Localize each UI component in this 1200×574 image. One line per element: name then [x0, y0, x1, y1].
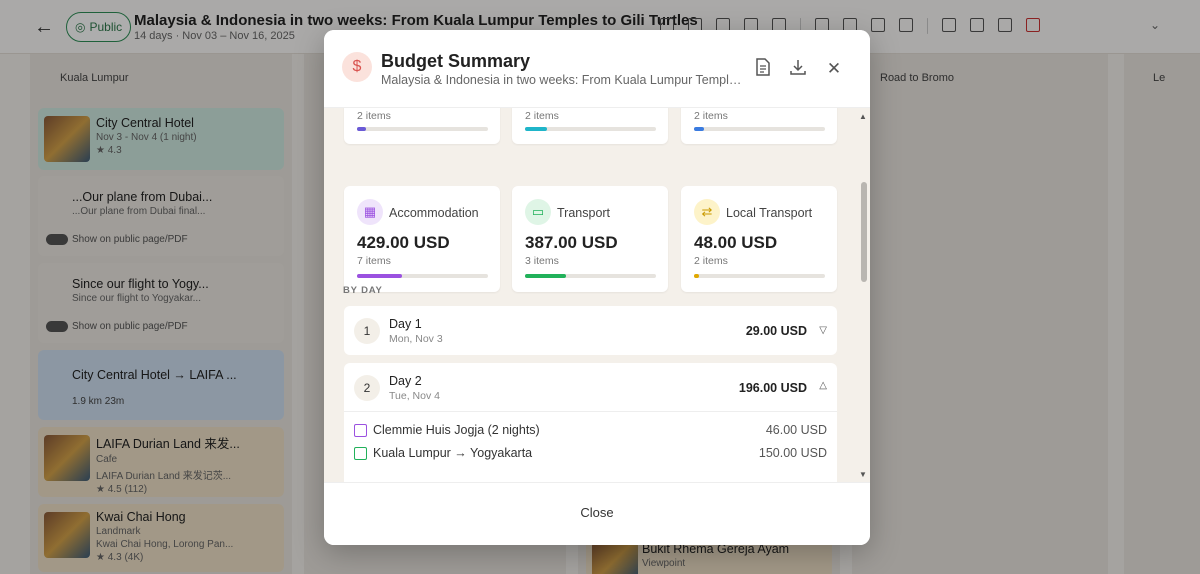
close-icon[interactable]: ✕ [823, 58, 845, 80]
category-count: 2 items [694, 255, 728, 267]
category-card-accommodation: ▦ Accommodation 429.00 USD 7 items [344, 186, 500, 292]
day-number: 2 [354, 375, 380, 401]
category-name: Local Transport [726, 206, 813, 220]
day-date: Mon, Nov 3 [389, 333, 443, 345]
category-card: 2 items [512, 108, 668, 144]
dialog-header: $ Budget Summary Malaysia & Indonesia in… [324, 30, 870, 108]
scrollbar[interactable] [858, 108, 870, 482]
day-total: 196.00 USD [738, 381, 807, 395]
category-count: 7 items [357, 255, 391, 267]
category-name: Transport [557, 206, 611, 220]
category-bar [525, 274, 656, 278]
dollar-icon: $ [342, 52, 372, 82]
close-button[interactable]: Close [564, 505, 630, 525]
day-number: 1 [354, 318, 380, 344]
day-name: Day 1 [389, 317, 422, 331]
category-amount: 48.00 USD [694, 233, 778, 252]
building-icon [354, 424, 367, 437]
item-amount: 150.00 USD [758, 446, 827, 460]
category-count: 2 items [357, 110, 391, 122]
budget-summary-dialog: $ Budget Summary Malaysia & Indonesia in… [324, 30, 870, 545]
route-icon: ⇄ [694, 199, 720, 225]
scroll-up-icon[interactable]: ▲ [859, 112, 867, 121]
category-amount: 429.00 USD [357, 233, 450, 252]
dialog-body: 2 items 2 items 2 items ▦ Accommodation … [324, 108, 870, 482]
dialog-subtitle: Malaysia & Indonesia in two weeks: From … [381, 73, 746, 87]
day-item: Clemmie Huis Jogja (2 nights) 46.00 USD [344, 421, 837, 443]
dialog-footer: Close [324, 482, 870, 545]
divider [344, 411, 837, 412]
day-item: Kuala Lumpur → Yogyakarta 150.00 USD [344, 444, 837, 466]
document-icon[interactable] [752, 58, 774, 80]
category-bar [357, 127, 488, 131]
category-card-transport: ▭ Transport 387.00 USD 3 items [512, 186, 668, 292]
scroll-down-icon[interactable]: ▼ [859, 470, 867, 479]
category-bar [694, 274, 825, 278]
item-amount: 46.00 USD [765, 423, 827, 437]
category-card: 2 items [344, 108, 500, 144]
day-name: Day 2 [389, 374, 422, 388]
day-date: Tue, Nov 4 [389, 390, 440, 402]
day-row-1[interactable]: 1 Day 1 Mon, Nov 3 29.00 USD ▽ [344, 306, 837, 355]
category-count: 2 items [694, 110, 728, 122]
chevron-down-icon[interactable]: ▽ [819, 325, 827, 336]
scrollbar-thumb[interactable] [861, 182, 867, 282]
category-bar [525, 127, 656, 131]
by-day-heading: BY DAY [343, 285, 383, 296]
category-bar [694, 127, 825, 131]
day-row-2[interactable]: 2 Day 2 Tue, Nov 4 196.00 USD △ Clemmie … [344, 363, 837, 482]
category-bar [357, 274, 488, 278]
ticket-icon: ▭ [525, 199, 551, 225]
dialog-title: Budget Summary [381, 51, 531, 71]
ticket-icon [354, 447, 367, 460]
item-name: Kuala Lumpur → Yogyakarta [373, 446, 533, 460]
download-icon[interactable] [787, 58, 809, 80]
building-icon: ▦ [357, 199, 383, 225]
category-count: 3 items [525, 255, 559, 267]
category-card-local-transport: ⇄ Local Transport 48.00 USD 2 items [681, 186, 837, 292]
chevron-up-icon[interactable]: △ [819, 380, 827, 391]
category-card: 2 items [681, 108, 837, 144]
day-total: 29.00 USD [745, 324, 807, 338]
category-amount: 387.00 USD [525, 233, 618, 252]
category-name: Accommodation [389, 206, 479, 220]
category-count: 2 items [525, 110, 559, 122]
item-name: Clemmie Huis Jogja (2 nights) [373, 423, 540, 437]
